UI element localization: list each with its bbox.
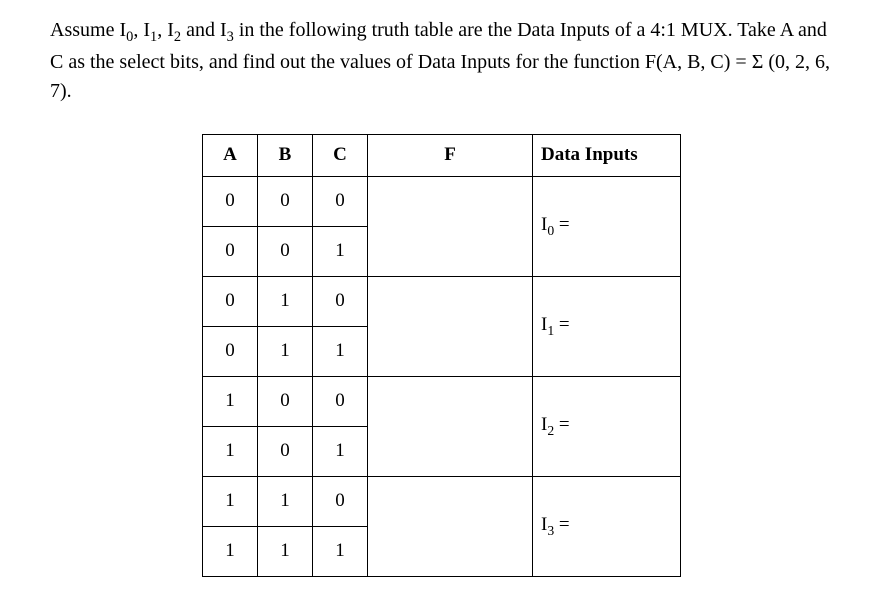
cell-a: 0	[203, 326, 258, 376]
cell-data-input-2: I2 =	[533, 376, 681, 476]
cell-b: 0	[258, 176, 313, 226]
cell-b: 0	[258, 426, 313, 476]
cell-data-input-1: I1 =	[533, 276, 681, 376]
cell-b: 1	[258, 476, 313, 526]
cell-f	[368, 376, 533, 476]
truth-table: A B C F Data Inputs 0 0 0 I0 = 0 0 1	[202, 134, 681, 577]
table-row: 0 0 0 I0 =	[203, 176, 681, 226]
cell-data-input-3: I3 =	[533, 476, 681, 576]
table-row: 1 0 0 I2 =	[203, 376, 681, 426]
di-suffix: =	[554, 214, 569, 235]
cell-a: 1	[203, 376, 258, 426]
di-suffix: =	[554, 414, 569, 435]
cell-c: 1	[313, 226, 368, 276]
cell-c: 0	[313, 276, 368, 326]
cell-a: 0	[203, 276, 258, 326]
text-part: and I	[181, 19, 227, 41]
di-suffix: =	[554, 514, 569, 535]
subscript: 2	[174, 29, 181, 45]
truth-table-container: A B C F Data Inputs 0 0 0 I0 = 0 0 1	[50, 134, 833, 577]
header-a: A	[203, 134, 258, 176]
table-row: 1 1 0 I3 =	[203, 476, 681, 526]
text-part: Assume I	[50, 19, 126, 41]
cell-c: 0	[313, 176, 368, 226]
cell-data-input-0: I0 =	[533, 176, 681, 276]
header-data-inputs: Data Inputs	[533, 134, 681, 176]
cell-a: 0	[203, 226, 258, 276]
cell-c: 1	[313, 526, 368, 576]
header-f: F	[368, 134, 533, 176]
text-part: , I	[133, 19, 150, 41]
header-row: A B C F Data Inputs	[203, 134, 681, 176]
header-c: C	[313, 134, 368, 176]
cell-b: 1	[258, 526, 313, 576]
cell-c: 0	[313, 476, 368, 526]
cell-b: 1	[258, 276, 313, 326]
cell-a: 1	[203, 526, 258, 576]
cell-f	[368, 476, 533, 576]
cell-a: 1	[203, 476, 258, 526]
cell-c: 1	[313, 426, 368, 476]
subscript: 3	[227, 29, 234, 45]
cell-b: 1	[258, 326, 313, 376]
cell-c: 1	[313, 326, 368, 376]
cell-c: 0	[313, 376, 368, 426]
cell-f	[368, 276, 533, 376]
cell-a: 1	[203, 426, 258, 476]
di-suffix: =	[554, 314, 569, 335]
header-b: B	[258, 134, 313, 176]
problem-statement: Assume I0, I1, I2 and I3 in the followin…	[50, 16, 833, 106]
cell-f	[368, 176, 533, 276]
text-part: , I	[157, 19, 174, 41]
cell-b: 0	[258, 226, 313, 276]
cell-a: 0	[203, 176, 258, 226]
table-row: 0 1 0 I1 =	[203, 276, 681, 326]
cell-b: 0	[258, 376, 313, 426]
